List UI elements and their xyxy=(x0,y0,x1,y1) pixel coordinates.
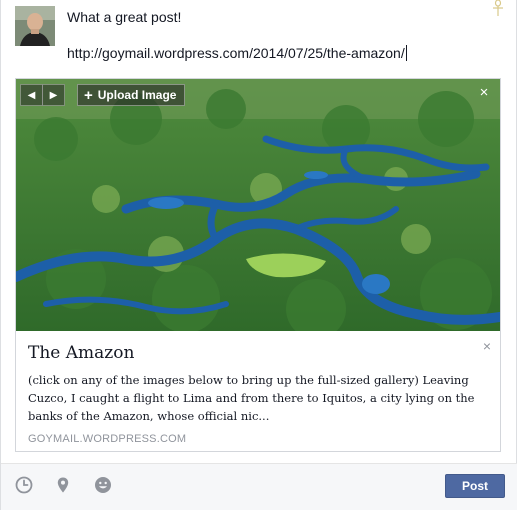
remove-image-button[interactable]: × xyxy=(476,85,492,101)
triangle-right-icon: ▶ xyxy=(49,89,58,101)
next-image-button[interactable]: ▶ xyxy=(42,84,65,106)
link-domain: GOYMAIL.WORDPRESS.COM xyxy=(28,433,187,445)
avatar xyxy=(15,6,55,46)
post-url-line: http://goymail.wordpress.com/2014/07/25/… xyxy=(67,44,487,62)
text-caret xyxy=(405,45,407,61)
privacy-ankh-icon[interactable] xyxy=(491,0,505,16)
composer-footer: Post xyxy=(1,463,517,510)
link-preview-image[interactable]: ◀ ▶ + Upload Image × xyxy=(16,79,500,331)
post-url-text: http://goymail.wordpress.com/2014/07/25/… xyxy=(67,45,405,61)
link-description: (click on any of the images below to bri… xyxy=(28,373,475,423)
image-nav: ◀ ▶ xyxy=(20,84,65,106)
triangle-left-icon: ◀ xyxy=(27,89,36,101)
plus-icon: + xyxy=(84,86,93,104)
location-pin-icon[interactable] xyxy=(54,476,72,494)
close-icon: × xyxy=(482,338,492,354)
remove-attachment-button[interactable]: × xyxy=(480,339,494,353)
upload-image-button[interactable]: + Upload Image xyxy=(77,84,186,106)
smiley-icon[interactable] xyxy=(94,476,112,494)
clock-icon[interactable] xyxy=(15,476,33,494)
upload-image-label: Upload Image xyxy=(97,88,177,102)
close-icon: × xyxy=(479,84,489,101)
post-button[interactable]: Post xyxy=(445,474,505,498)
link-info[interactable]: The Amazon (click on any of the images b… xyxy=(16,331,500,451)
link-title: The Amazon xyxy=(28,343,135,363)
post-composer: What a great post! http://goymail.wordpr… xyxy=(0,0,517,510)
previous-image-button[interactable]: ◀ xyxy=(20,84,43,106)
post-text-field[interactable]: What a great post! http://goymail.wordpr… xyxy=(67,8,487,62)
link-attachment: ◀ ▶ + Upload Image × The Amazon (click o… xyxy=(15,78,501,452)
post-text-line: What a great post! xyxy=(67,9,182,25)
